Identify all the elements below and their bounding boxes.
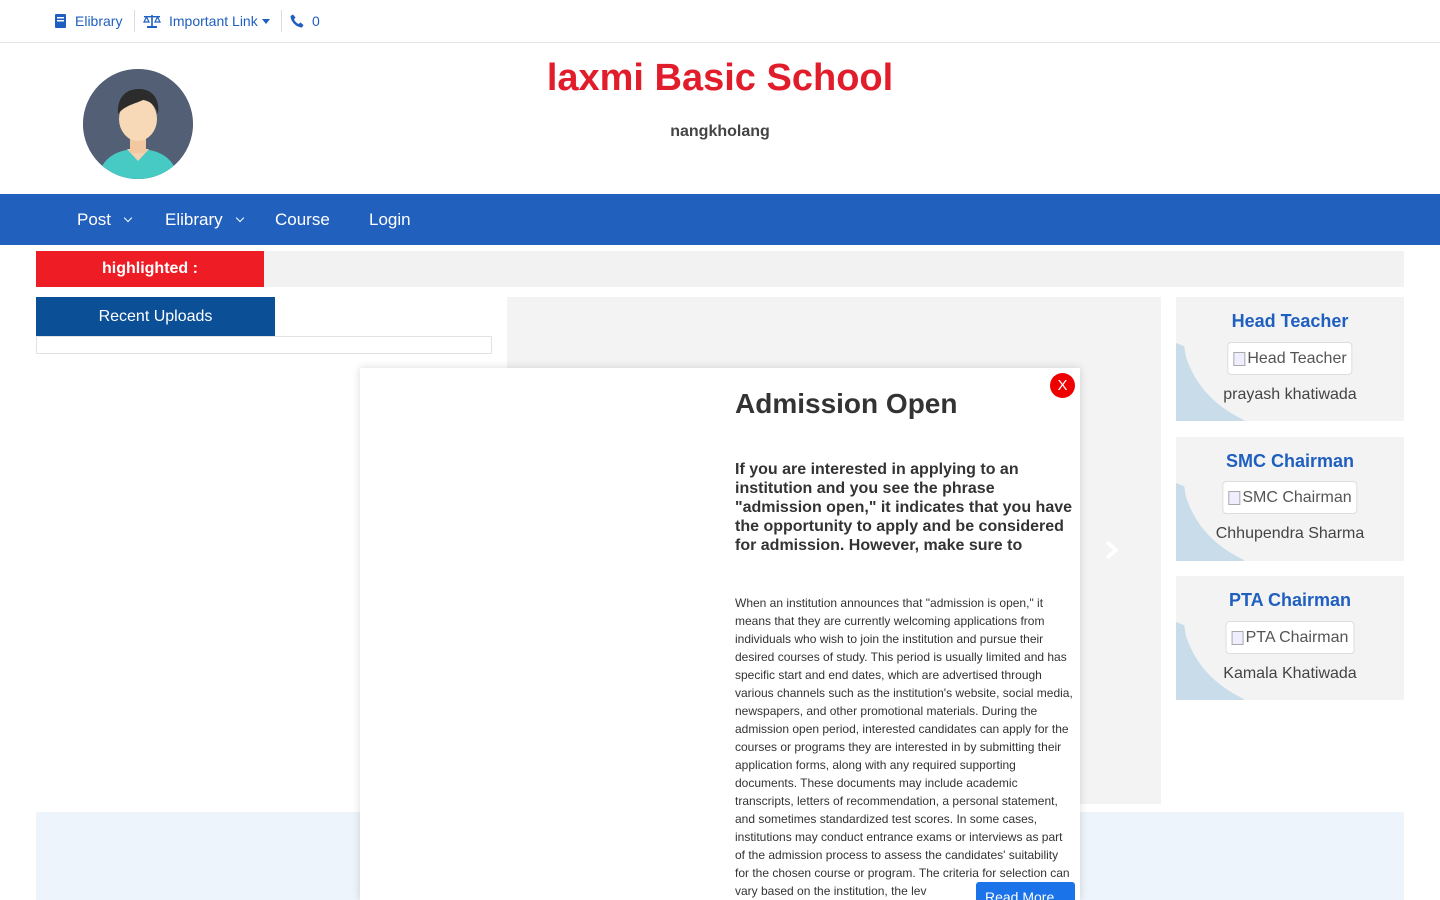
- nav-item-label: Course: [275, 209, 330, 229]
- read-more-button[interactable]: Read More: [976, 882, 1075, 900]
- popup-lead-text: If you are interested in applying to an …: [735, 461, 1073, 554]
- caret-down-icon: [261, 18, 270, 24]
- photo-alt-text: Head Teacher: [1247, 349, 1347, 367]
- nav-item-label: Login: [369, 209, 411, 229]
- nav-item-label: Post: [77, 209, 112, 229]
- card-title: SMC Chairman: [1225, 451, 1355, 471]
- balance-scale-icon: [143, 15, 161, 28]
- card-photo: Head Teacher: [1227, 342, 1353, 375]
- highlight-label: highlighted :: [36, 251, 264, 287]
- divider: [134, 10, 135, 32]
- chevron-down-icon: [123, 213, 133, 223]
- photo-alt-text: PTA Chairman: [1245, 628, 1349, 646]
- main-nav: Post Elibrary Course Login: [0, 194, 1440, 245]
- nav-item-label: Elibrary: [165, 209, 223, 229]
- broken-image-icon: [1231, 630, 1244, 645]
- card-person-name: Chhupendra Sharma: [1215, 525, 1365, 542]
- card-person-name: prayash khatiwada: [1223, 386, 1357, 403]
- broken-image-icon: [1233, 351, 1246, 366]
- card-title: Head Teacher: [1231, 311, 1349, 331]
- site-title: laxmi Basic School: [546, 57, 894, 99]
- elibrary-label: Elibrary: [75, 13, 123, 29]
- recent-uploads-list: [36, 336, 492, 354]
- card-title: PTA Chairman: [1228, 590, 1352, 610]
- staff-card-pta-chairman: PTA Chairman PTA Chairman Kamala Khatiwa…: [1176, 576, 1404, 700]
- card-photo: PTA Chairman: [1225, 621, 1355, 654]
- nav-item-course[interactable]: Course: [275, 194, 330, 245]
- admission-popup: X Admission Open If you are interested i…: [360, 368, 1080, 900]
- broken-image-icon: [1228, 490, 1241, 505]
- divider: [281, 10, 282, 32]
- nav-item-post[interactable]: Post: [77, 194, 133, 245]
- close-button[interactable]: X: [1050, 373, 1075, 398]
- photo-alt-text: SMC Chairman: [1242, 488, 1352, 506]
- card-photo: SMC Chairman: [1222, 481, 1358, 514]
- chevron-down-icon: [235, 213, 244, 223]
- book-icon: [55, 14, 66, 28]
- phone-link[interactable]: 0: [290, 0, 320, 42]
- nav-item-elibrary[interactable]: Elibrary: [165, 194, 244, 245]
- phone-icon: [290, 14, 304, 28]
- site-subtitle: nangkholang: [670, 123, 770, 140]
- popup-body-text: When an institution announces that "admi…: [735, 596, 1073, 898]
- top-bar: Elibrary Important Link 0: [0, 0, 1440, 43]
- important-link-dropdown[interactable]: Important Link: [143, 0, 270, 42]
- phone-number: 0: [312, 13, 320, 29]
- important-link-label: Important Link: [169, 13, 258, 29]
- staff-card-smc-chairman: SMC Chairman SMC Chairman Chhupendra Sha…: [1176, 437, 1404, 561]
- card-person-name: Kamala Khatiwada: [1223, 665, 1357, 682]
- popup-title: Admission Open: [735, 388, 958, 419]
- elibrary-link[interactable]: Elibrary: [54, 0, 122, 42]
- staff-card-head-teacher: Head Teacher Head Teacher prayash khatiw…: [1176, 297, 1404, 421]
- carousel-next-icon[interactable]: [1104, 540, 1120, 560]
- nav-item-login[interactable]: Login: [369, 194, 411, 245]
- recent-uploads-header: Recent Uploads: [36, 297, 275, 337]
